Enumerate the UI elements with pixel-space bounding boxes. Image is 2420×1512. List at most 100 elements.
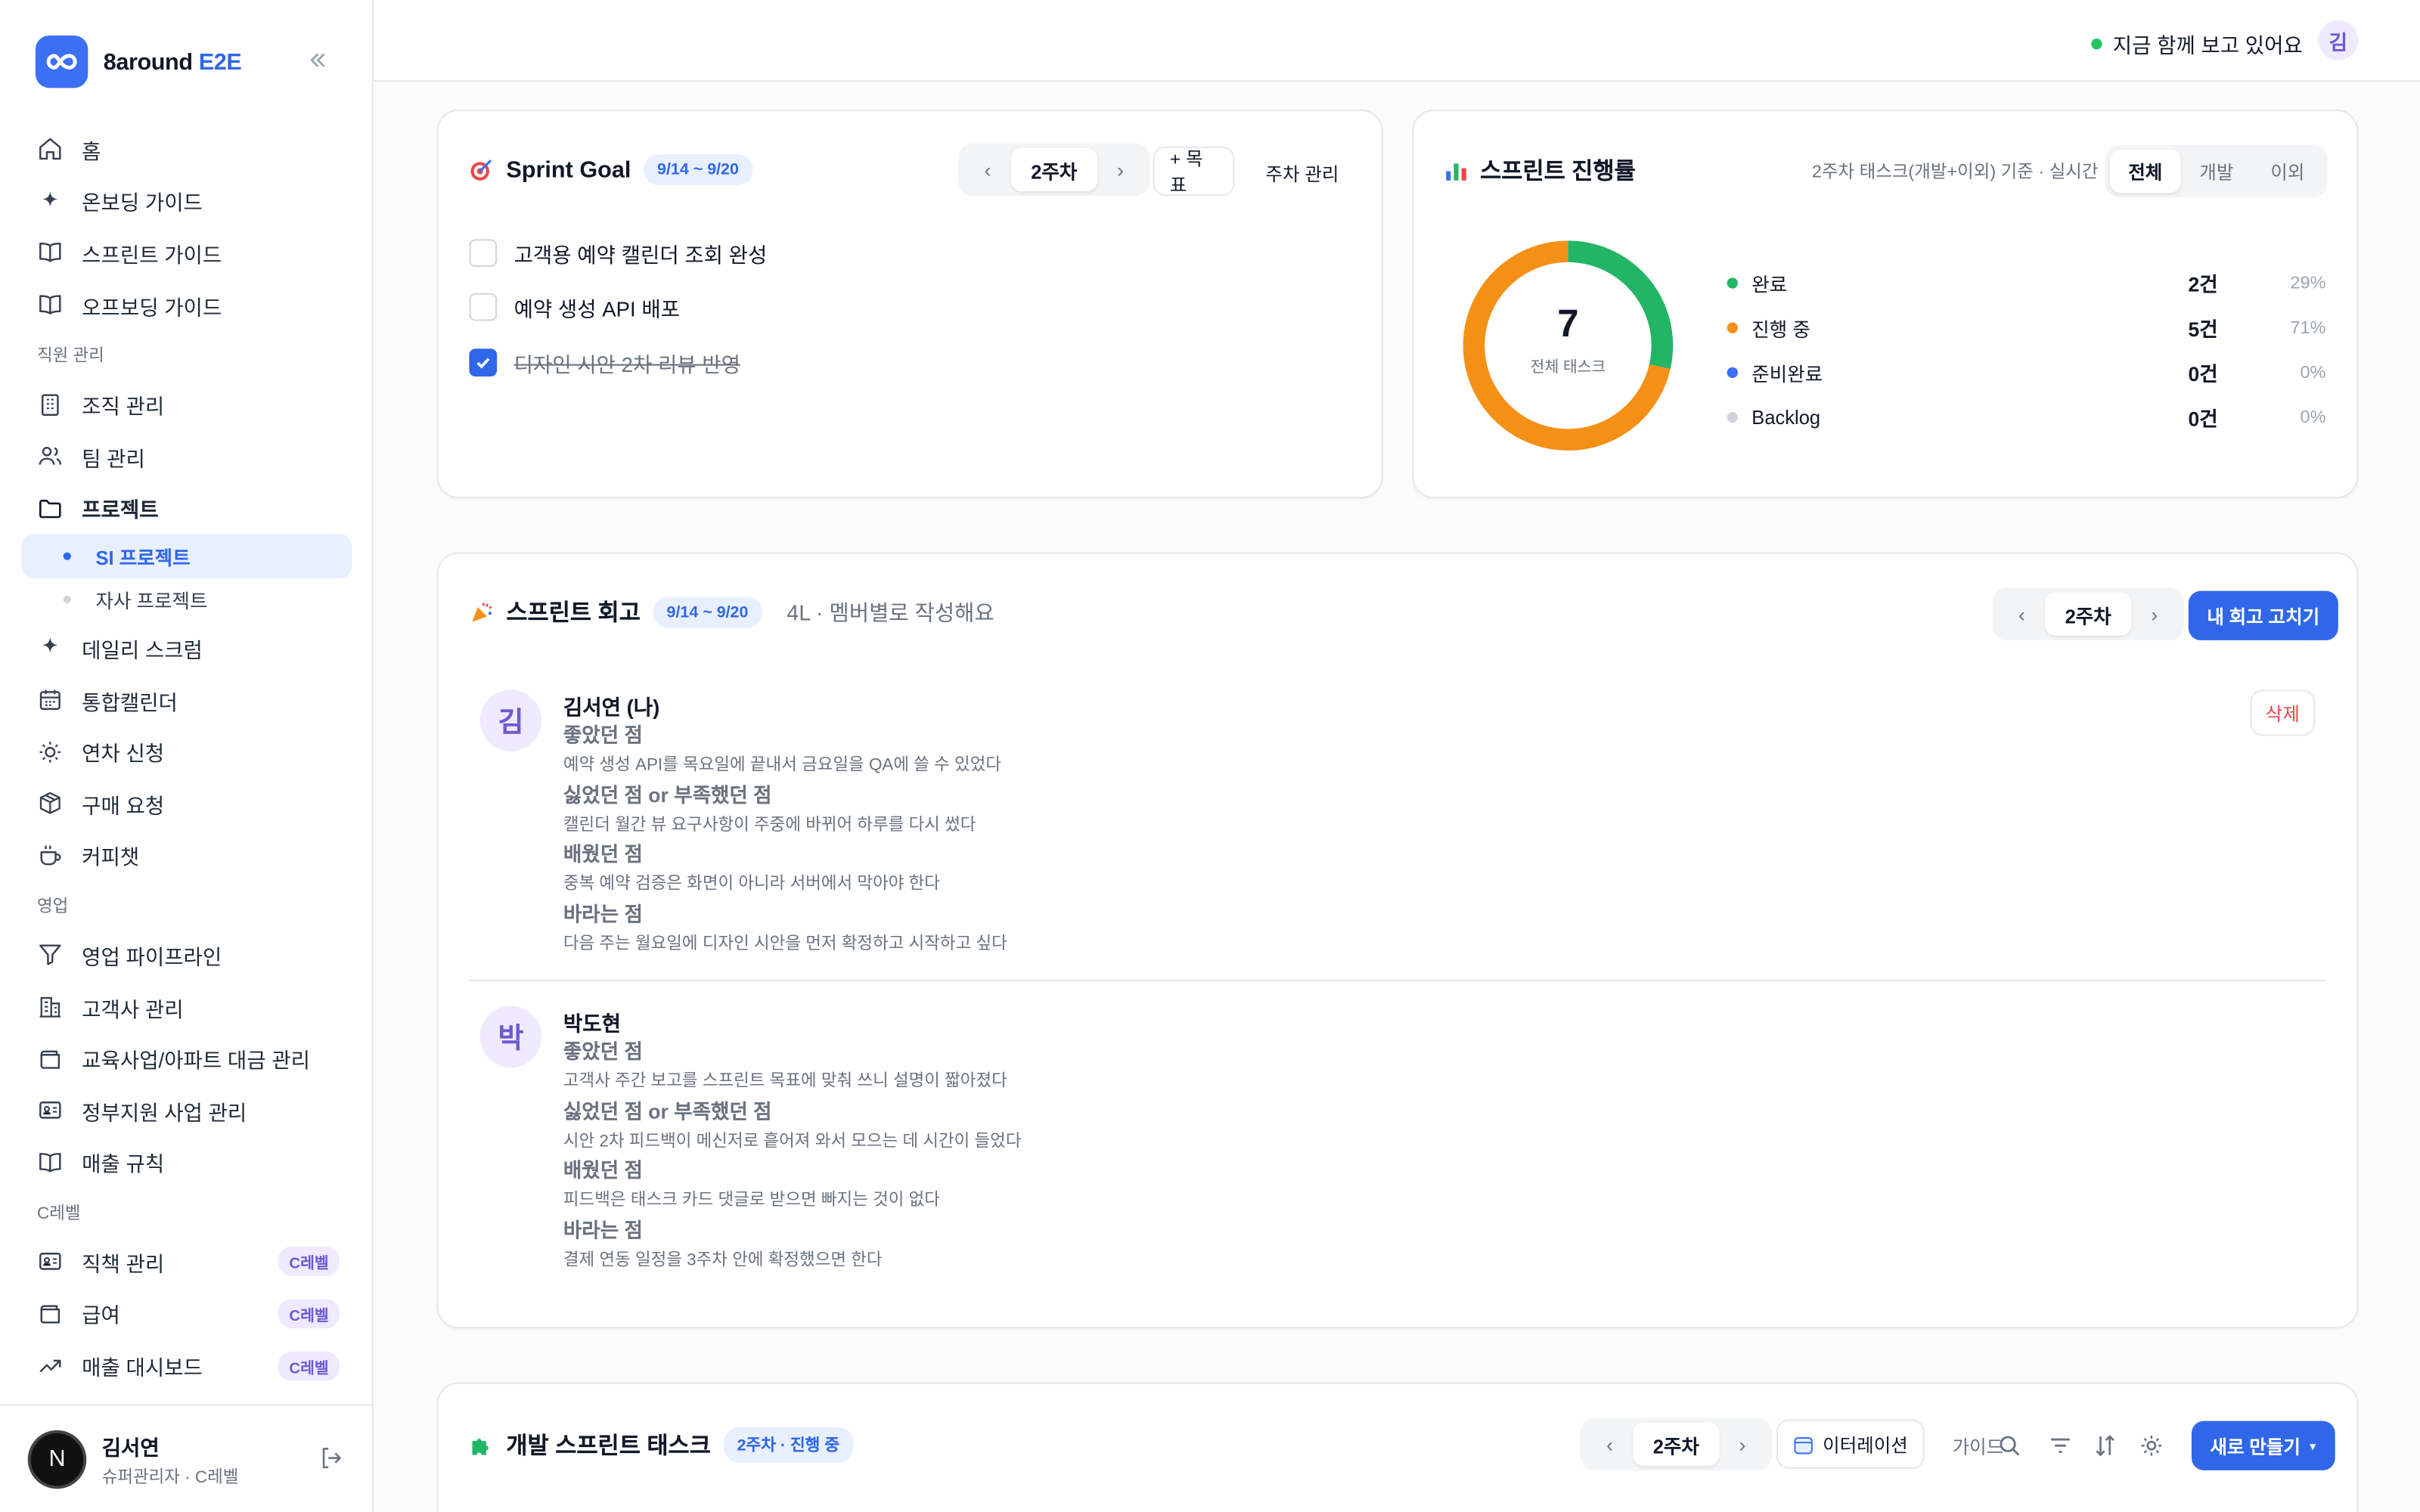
retro-header: 스프린트 회고 9/14 ~ 9/20 4L · 멤버별로 작성해요 <box>469 596 994 628</box>
legend-label: 준비완료 <box>1751 364 1823 386</box>
new-task-button[interactable]: 새로 만들기 ▾ <box>2191 1421 2335 1470</box>
sidebar-item-label: 직책 관리 <box>82 1252 165 1276</box>
sidebar-item-daily-scrum[interactable]: 데일리 스크럼 <box>22 622 352 674</box>
sidebar-item-label: 프로젝트 <box>82 498 159 522</box>
guide-button[interactable]: 가이드 <box>1953 1433 2004 1460</box>
filter-icon[interactable] <box>2048 1433 2073 1458</box>
sidebar-item-sprint-guide[interactable]: 스프린트 가이드 <box>22 227 352 279</box>
c-level-badge: C레벨 <box>278 1247 340 1277</box>
prev-week-button[interactable]: ‹ <box>965 158 1011 181</box>
goal-item[interactable]: 고객용 예약 캘린더 조회 완성 <box>469 237 767 268</box>
week-selector[interactable]: 2주차 <box>1633 1422 1720 1466</box>
sidebar-item-offboarding[interactable]: 오프보딩 가이드 <box>22 279 352 331</box>
retro-heading: 좋았던 점 <box>563 723 643 747</box>
sidebar-item-revenue-dashboard[interactable]: 매출 대시보드 C레벨 <box>22 1340 352 1392</box>
sidebar-section-staff: 직원 관리 <box>36 347 104 367</box>
sidebar-item-onboarding[interactable]: 온보딩 가이드 <box>22 175 352 228</box>
bar-chart-icon <box>1446 163 1466 181</box>
sidebar-item-pipeline[interactable]: 영업 파이프라인 <box>22 929 352 981</box>
retro-text: 캘린더 월간 뷰 요구사항이 주중에 바뀌어 하루를 다시 썼다 <box>563 815 976 835</box>
sidebar-item-leave[interactable]: 연차 신청 <box>22 726 352 778</box>
tab-dev[interactable]: 개발 <box>2181 150 2252 193</box>
online-dot-icon <box>2091 37 2102 49</box>
week-selector[interactable]: 2주차 <box>2045 592 2132 636</box>
retro-member-body: 김서연 (나) 좋았던 점 예약 생성 API를 목요일에 끝내서 금요일을 Q… <box>563 689 1489 959</box>
dev-sprint-tasks-card: 개발 스프린트 태스크 2주차 · 진행 중 ‹ 2주차 › 이터레이션 가이드… <box>436 1382 2359 1512</box>
goal-checkbox[interactable] <box>469 239 498 268</box>
sidebar-item-team[interactable]: 팀 관리 <box>22 430 352 482</box>
goal-item[interactable]: 디자인 시안 2차 리뷰 반영 <box>469 347 740 378</box>
home-icon <box>39 138 61 160</box>
sort-icon[interactable] <box>2093 1433 2118 1458</box>
sidebar-item-gov-support[interactable]: 정부지원 사업 관리 <box>22 1084 352 1136</box>
sidebar-item-home[interactable]: 홈 <box>22 123 352 175</box>
trend-icon <box>39 1359 61 1372</box>
week-selector[interactable]: 2주차 <box>1010 147 1097 192</box>
search-icon[interactable] <box>1997 1433 2022 1458</box>
sidebar-item-purchase[interactable]: 구매 요청 <box>22 777 352 829</box>
sidebar-section-c-level: C레벨 <box>36 1205 81 1224</box>
sidebar-item-coffee-chat[interactable]: 커피챗 <box>22 829 352 881</box>
iteration-label: 이터레이션 <box>1823 1433 1908 1456</box>
sidebar-item-label: 홈 <box>82 140 101 163</box>
settings-icon[interactable] <box>2139 1433 2164 1458</box>
retro-text: 예약 생성 API를 목요일에 끝내서 금요일을 QA에 쓸 수 있었다 <box>563 755 1002 775</box>
calendar-icon <box>39 689 60 711</box>
legend-dot-icon <box>1727 277 1738 289</box>
sidebar-item-edu-payment[interactable]: 교육사업/아파트 대금 관리 <box>22 1033 352 1085</box>
folder-icon <box>39 499 61 519</box>
progress-filter-tabs: 전체 개발 이외 <box>2105 144 2328 198</box>
sidebar-item-positions[interactable]: 직책 관리 C레벨 <box>22 1236 352 1288</box>
logout-icon[interactable] <box>318 1444 346 1472</box>
goal-text: 고객용 예약 캘린더 조회 완성 <box>513 243 768 268</box>
sprint-goal-card: Sprint Goal 9/14 ~ 9/20 ‹ 2주차 › + 목표 주차 … <box>436 109 1383 499</box>
book-icon <box>39 295 61 315</box>
retro-title: 스프린트 회고 <box>506 600 641 627</box>
next-week-button[interactable]: › <box>2131 603 2177 626</box>
manage-weeks-button[interactable]: 주차 관리 <box>1265 160 1339 187</box>
prev-week-button[interactable]: ‹ <box>1587 1433 1633 1456</box>
sidebar-subitem-internal-project[interactable]: 자사 프로젝트 <box>22 578 352 622</box>
sidebar-subitem-label: 자사 프로젝트 <box>95 591 208 614</box>
id-card-icon <box>39 1101 61 1120</box>
legend-count: 2건 <box>2188 273 2218 296</box>
topbar: 지금 함께 보고 있어요 김 <box>373 0 2420 82</box>
main-content: Sprint Goal 9/14 ~ 9/20 ‹ 2주차 › + 목표 주차 … <box>373 83 2420 1512</box>
brand[interactable]: 8around E2E <box>35 35 242 88</box>
delete-retro-button[interactable]: 삭제 <box>2250 689 2316 736</box>
sidebar-item-org[interactable]: 조직 관리 <box>22 379 352 431</box>
progress-basis-text: 2주차 태스크(개발+이외) 기준 · 실시간 <box>1811 163 2099 182</box>
collapse-sidebar-icon[interactable] <box>306 48 330 73</box>
retro-heading: 배웠던 점 <box>563 1158 643 1182</box>
next-week-button[interactable]: › <box>1719 1433 1765 1456</box>
users-icon <box>39 447 62 466</box>
avatar[interactable]: N <box>27 1429 87 1489</box>
retro-text: 피드백은 태스크 카드 댓글로 받으면 빠지는 것이 없다 <box>563 1191 940 1210</box>
sidebar-item-payroll[interactable]: 급여 C레벨 <box>22 1287 352 1340</box>
goal-item[interactable]: 예약 생성 API 배포 <box>469 292 680 323</box>
sidebar-item-revenue-rules[interactable]: 매출 규칙 <box>22 1136 352 1188</box>
legend-dot-icon <box>1727 411 1738 423</box>
tab-other[interactable]: 이외 <box>2252 150 2323 193</box>
sprint-retro-card: 스프린트 회고 9/14 ~ 9/20 4L · 멤버별로 작성해요 ‹ 2주차… <box>436 552 2359 1329</box>
week-navigator: ‹ 2주차 › <box>1580 1418 1772 1470</box>
target-icon <box>470 160 492 181</box>
sidebar-item-project[interactable]: 프로젝트 <box>22 482 352 534</box>
goal-checkbox[interactable] <box>469 293 498 321</box>
iteration-button[interactable]: 이터레이션 <box>1776 1419 1925 1469</box>
sidebar-item-label: 커피챗 <box>82 846 140 869</box>
goal-checkbox[interactable] <box>469 349 498 376</box>
sidebar-item-calendar[interactable]: 통합캘린더 <box>22 674 352 726</box>
sidebar-subitem-si-project[interactable]: SI 프로젝트 <box>21 534 352 578</box>
edit-my-retro-button[interactable]: 내 회고 고치기 <box>2188 590 2338 640</box>
avatar[interactable]: 김 <box>2318 20 2359 60</box>
office-icon <box>39 996 61 1018</box>
add-goal-button[interactable]: + 목표 <box>1153 146 1235 197</box>
retro-subtitle: 4L · 멤버별로 작성해요 <box>786 599 994 624</box>
sidebar-item-clients[interactable]: 고객사 관리 <box>22 981 352 1033</box>
prev-week-button[interactable]: ‹ <box>1999 603 2045 626</box>
next-week-button[interactable]: › <box>1097 158 1143 181</box>
tab-all[interactable]: 전체 <box>2109 149 2181 194</box>
legend-percent: 29% <box>2290 274 2326 293</box>
retro-member-body: 박도현 좋았던 점 고객사 주간 보고를 스프린트 목표에 맞춰 쓰니 설명이 … <box>563 1006 1489 1276</box>
